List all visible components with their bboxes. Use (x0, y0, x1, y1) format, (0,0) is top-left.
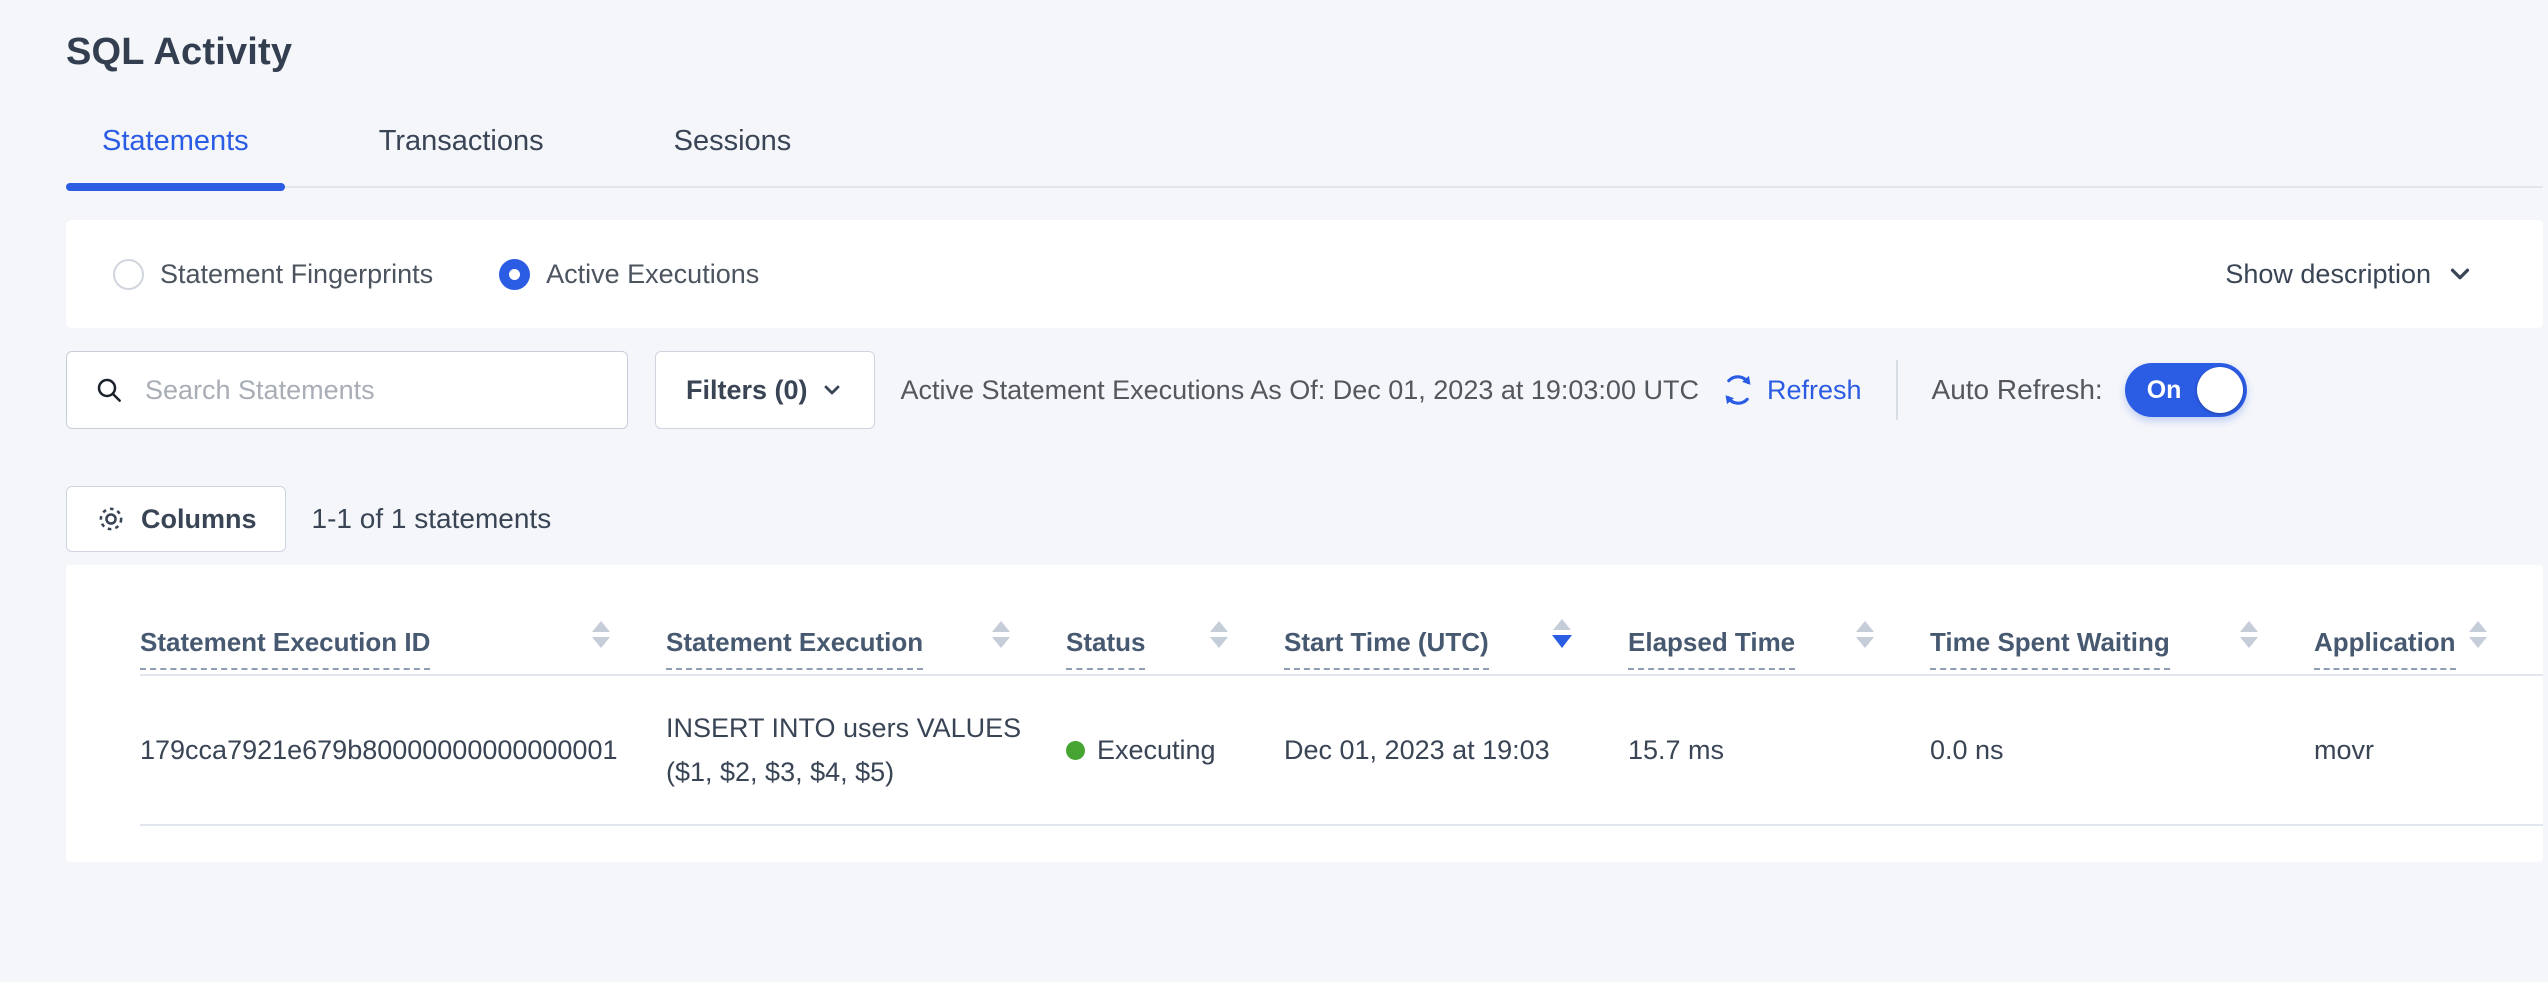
filters-label: Filters (0) (686, 375, 808, 406)
column-header-start-time[interactable]: Start Time (UTC) (1284, 619, 1628, 674)
sort-arrows-icon (1856, 621, 1874, 648)
cell-start-time: Dec 01, 2023 at 19:03 (1284, 735, 1628, 766)
column-header-elapsed-time[interactable]: Elapsed Time (1628, 621, 1930, 674)
page-title: SQL Activity (66, 0, 2543, 74)
view-mode-card: Statement Fingerprints Active Executions… (66, 220, 2543, 328)
show-description-toggle[interactable]: Show description (2225, 259, 2475, 290)
cell-elapsed-time: 15.7 ms (1628, 735, 1930, 766)
cell-time-spent-waiting: 0.0 ns (1930, 735, 2314, 766)
columns-button[interactable]: Columns (66, 486, 286, 552)
search-icon (93, 374, 125, 406)
statements-table: Statement Execution ID Statement Executi… (66, 565, 2543, 862)
radio-label: Statement Fingerprints (160, 259, 433, 290)
columns-label: Columns (141, 504, 257, 535)
column-header-statement-execution-id[interactable]: Statement Execution ID (140, 621, 666, 674)
search-box[interactable] (66, 351, 628, 429)
cell-execution-id: 179cca7921e679b80000000000000001 (140, 735, 666, 766)
controls-row: Filters (0) Active Statement Executions … (66, 351, 2543, 429)
cell-status: Executing (1066, 735, 1284, 766)
refresh-label: Refresh (1767, 375, 1862, 406)
table-toolbar: Columns 1-1 of 1 statements (66, 486, 2543, 552)
auto-refresh-label: Auto Refresh: (1932, 374, 2103, 406)
toggle-state-label: On (2147, 376, 2182, 405)
tab-statements[interactable]: Statements (66, 125, 285, 186)
table-header-row: Statement Execution ID Statement Executi… (140, 565, 2543, 676)
status-label: Executing (1097, 735, 1216, 766)
results-count: 1-1 of 1 statements (312, 503, 552, 535)
filters-button[interactable]: Filters (0) (655, 351, 875, 429)
status-dot-icon (1066, 741, 1085, 760)
column-header-status[interactable]: Status (1066, 621, 1284, 674)
show-description-label: Show description (2225, 259, 2431, 290)
radio-label: Active Executions (546, 259, 759, 290)
refresh-button[interactable]: Refresh (1719, 371, 1862, 409)
column-header-statement-execution[interactable]: Statement Execution (666, 621, 1066, 674)
sort-arrows-icon (2240, 621, 2258, 648)
sort-arrows-icon (1210, 621, 1228, 648)
sort-arrows-icon (1552, 619, 1572, 648)
tab-sessions[interactable]: Sessions (638, 125, 828, 186)
tab-transactions[interactable]: Transactions (343, 125, 580, 186)
radio-circle-icon (113, 259, 144, 290)
radio-statement-fingerprints[interactable]: Statement Fingerprints (113, 259, 433, 290)
toggle-knob (2197, 367, 2243, 413)
sort-arrows-icon (2469, 621, 2487, 648)
vertical-divider (1896, 360, 1898, 420)
as-of-timestamp: Active Statement Executions As Of: Dec 0… (901, 375, 1699, 406)
chevron-down-icon (2445, 259, 2475, 289)
radio-active-executions[interactable]: Active Executions (499, 259, 759, 290)
cell-statement: INSERT INTO users VALUES ($1, $2, $3, $4… (666, 706, 1066, 794)
search-input[interactable] (145, 375, 607, 406)
column-header-time-spent-waiting[interactable]: Time Spent Waiting (1930, 621, 2314, 674)
table-row[interactable]: 179cca7921e679b80000000000000001 INSERT … (140, 676, 2543, 826)
auto-refresh-toggle[interactable]: On (2125, 363, 2247, 417)
column-header-application[interactable]: Application (2314, 621, 2543, 674)
gear-icon (95, 503, 127, 535)
sort-arrows-icon (992, 621, 1010, 648)
chevron-down-icon (820, 378, 844, 402)
radio-circle-icon (499, 259, 530, 290)
sort-arrows-icon (592, 621, 610, 648)
refresh-icon (1719, 371, 1757, 409)
tab-bar: Statements Transactions Sessions (66, 116, 2543, 188)
cell-application: movr (2314, 735, 2543, 766)
